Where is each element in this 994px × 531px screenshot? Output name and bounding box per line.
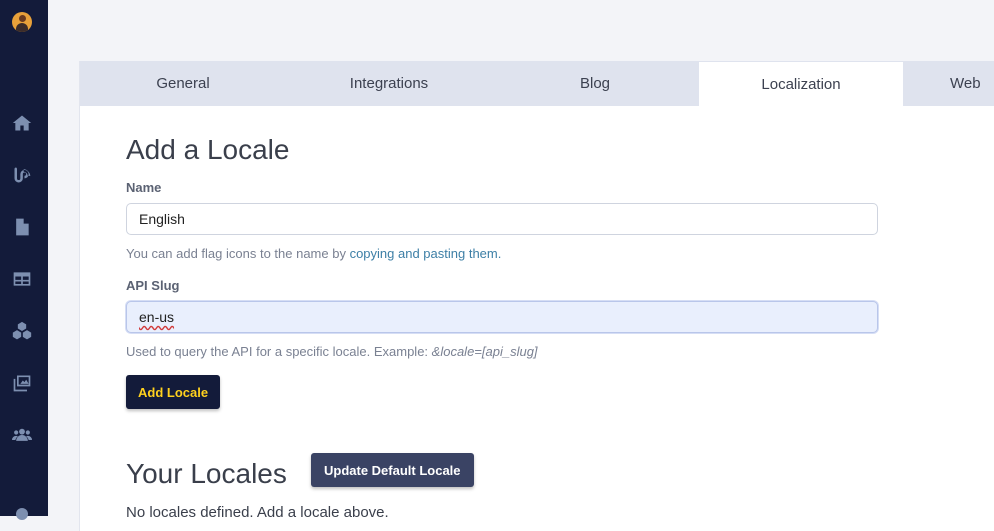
api-slug-help-text: Used to query the API for a specific loc… [126, 344, 538, 359]
api-slug-example: &locale=[api_slug] [431, 344, 538, 359]
home-icon[interactable] [11, 112, 33, 134]
tab-web[interactable]: Web [950, 61, 994, 106]
add-locale-heading: Add a Locale [126, 134, 290, 165]
components-icon[interactable] [11, 320, 33, 342]
your-locales-heading: Your Locales [126, 458, 287, 489]
settings-card: General Integrations Blog Localization W… [79, 61, 994, 531]
blog-icon[interactable] [11, 164, 33, 186]
tab-general[interactable]: General [80, 61, 286, 106]
name-help-text: You can add flag icons to the name by co… [126, 246, 502, 261]
media-icon[interactable] [11, 372, 33, 394]
flag-icons-link[interactable]: copying and pasting them. [350, 246, 502, 261]
sidebar [0, 0, 48, 520]
api-slug-label: API Slug [126, 278, 180, 293]
tab-integrations[interactable]: Integrations [286, 61, 492, 106]
settings-tabs: General Integrations Blog Localization W… [80, 61, 994, 107]
tab-localization[interactable]: Localization [699, 62, 903, 107]
page-icon[interactable] [11, 216, 33, 238]
name-label: Name [126, 180, 162, 195]
user-avatar[interactable] [12, 12, 32, 32]
api-slug-value: en-us [139, 309, 175, 325]
add-locale-button[interactable]: Add Locale [126, 375, 221, 409]
update-default-locale-button[interactable]: Update Default Locale [311, 453, 474, 487]
tab-blog[interactable]: Blog [492, 61, 698, 106]
api-slug-input[interactable]: en-us [126, 301, 878, 333]
locale-name-input[interactable] [126, 203, 878, 235]
settings-icon[interactable] [16, 508, 28, 520]
table-icon[interactable] [11, 268, 33, 290]
no-locales-text: No locales defined. Add a locale above. [126, 504, 389, 521]
users-icon[interactable] [11, 424, 33, 446]
